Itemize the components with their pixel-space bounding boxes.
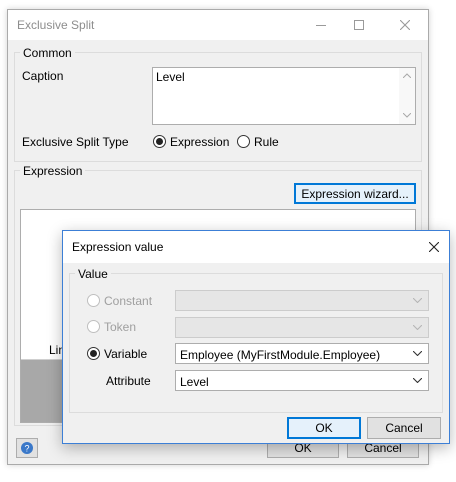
scroll-up-icon[interactable]	[403, 73, 411, 78]
title-bar: Exclusive Split	[8, 10, 428, 40]
constant-label: Constant	[104, 294, 153, 308]
token-combo[interactable]	[175, 317, 429, 338]
chevron-down-icon[interactable]	[413, 298, 422, 303]
minimize-icon[interactable]	[306, 10, 336, 40]
help-icon: ?	[21, 442, 33, 454]
caption-value: Level	[156, 70, 185, 84]
variable-combo-value: Employee (MyFirstModule.Employee)	[180, 348, 381, 362]
attribute-label: Attribute	[106, 374, 151, 388]
expression-wizard-button[interactable]: Expression wizard...	[294, 183, 416, 204]
constant-combo[interactable]	[175, 290, 429, 311]
common-group-title: Common	[20, 46, 75, 60]
dialog-title: Expression value	[72, 240, 164, 254]
constant-radio[interactable]	[87, 294, 100, 307]
split-type-rule-radio[interactable]	[237, 135, 250, 148]
caption-scrollbar[interactable]	[399, 68, 415, 124]
scroll-down-icon[interactable]	[403, 113, 411, 118]
dialog-title-bar: Expression value	[63, 231, 449, 263]
expression-group-title: Expression	[20, 164, 86, 178]
chevron-down-icon[interactable]	[413, 378, 422, 383]
dialog-close-icon[interactable]	[419, 232, 449, 262]
attribute-combo[interactable]: Level	[175, 370, 429, 391]
token-label: Token	[104, 320, 137, 334]
chevron-down-icon[interactable]	[413, 325, 422, 330]
close-icon[interactable]	[390, 10, 420, 40]
split-type-rule-label[interactable]: Rule	[254, 135, 279, 149]
attribute-combo-value: Level	[180, 375, 209, 389]
split-type-label: Exclusive Split Type	[22, 135, 129, 149]
help-button[interactable]: ?	[16, 438, 38, 458]
variable-combo[interactable]: Employee (MyFirstModule.Employee)	[175, 343, 429, 364]
variable-label: Variable	[104, 347, 148, 361]
caption-label: Caption	[22, 69, 64, 83]
value-group-title: Value	[75, 267, 111, 281]
maximize-icon[interactable]	[344, 10, 374, 40]
caption-textarea[interactable]: Level	[152, 67, 416, 125]
split-type-expression-radio[interactable]	[153, 135, 166, 148]
chevron-down-icon[interactable]	[413, 351, 422, 356]
window-title: Exclusive Split	[17, 18, 95, 32]
token-radio[interactable]	[87, 320, 100, 333]
expression-value-dialog: Expression value Value Constant Token Va…	[62, 230, 450, 444]
cancel-button[interactable]: Cancel	[367, 417, 441, 439]
ok-button[interactable]: OK	[287, 417, 361, 439]
variable-radio[interactable]	[87, 347, 100, 360]
svg-text:?: ?	[24, 444, 29, 454]
split-type-expression-label[interactable]: Expression	[170, 135, 229, 149]
